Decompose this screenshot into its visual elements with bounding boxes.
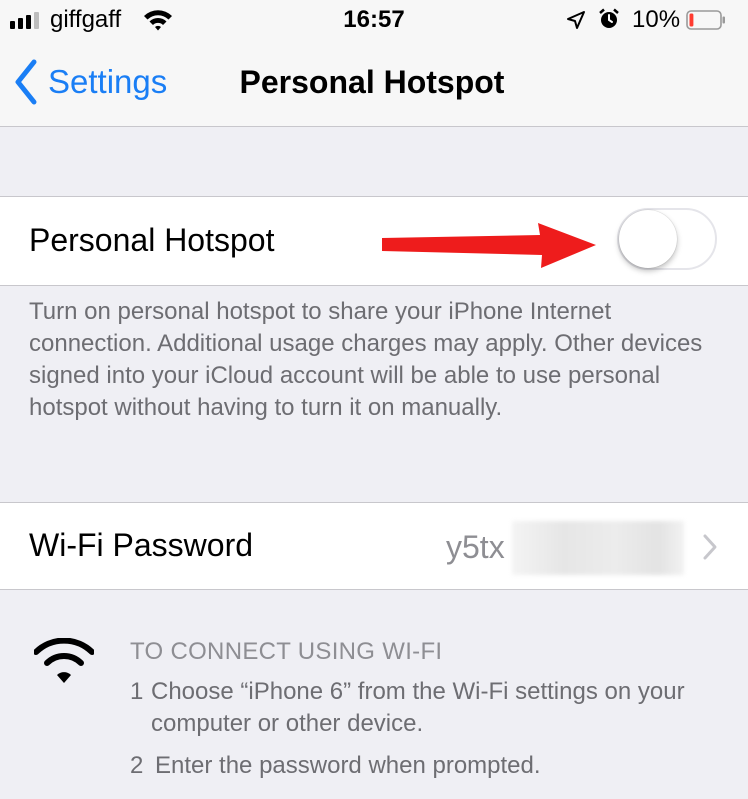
- hotspot-description: Turn on personal hotspot to share your i…: [29, 298, 703, 421]
- step-number: 2: [130, 752, 144, 779]
- toggle-knob: [619, 210, 677, 268]
- step-text: Choose “iPhone 6” from the Wi-Fi setting…: [151, 678, 685, 737]
- alarm-clock-icon: [599, 8, 619, 28]
- wifi-password-value: y5tx: [446, 529, 505, 565]
- battery-percentage: 10%: [632, 6, 681, 33]
- step-number: 1: [130, 678, 144, 705]
- step-text: Enter the password when prompted.: [155, 752, 541, 779]
- location-arrow-icon: [567, 11, 585, 29]
- password-redaction-blur: [512, 521, 684, 575]
- page-title: Personal Hotspot: [239, 64, 505, 100]
- wifi-icon: [34, 638, 94, 683]
- instruction-step: 2 Enter the password when prompted.: [130, 750, 730, 782]
- personal-hotspot-label: Personal Hotspot: [29, 222, 275, 258]
- status-bar: giffgaff 16:57 10%: [0, 0, 748, 40]
- annotation-arrow: [382, 223, 596, 268]
- connect-heading: TO CONNECT USING WI-FI: [130, 638, 443, 665]
- wifi-password-label: Wi-Fi Password: [29, 527, 254, 563]
- battery-icon: [686, 10, 725, 30]
- instruction-step: 1 Choose “iPhone 6” from the Wi-Fi setti…: [130, 676, 730, 740]
- navigation-bar: Settings Personal Hotspot: [0, 40, 748, 127]
- wifi-password-row[interactable]: Wi-Fi Password y5tx: [0, 502, 748, 590]
- chevron-right-icon: [703, 534, 717, 560]
- personal-hotspot-toggle[interactable]: [617, 208, 717, 270]
